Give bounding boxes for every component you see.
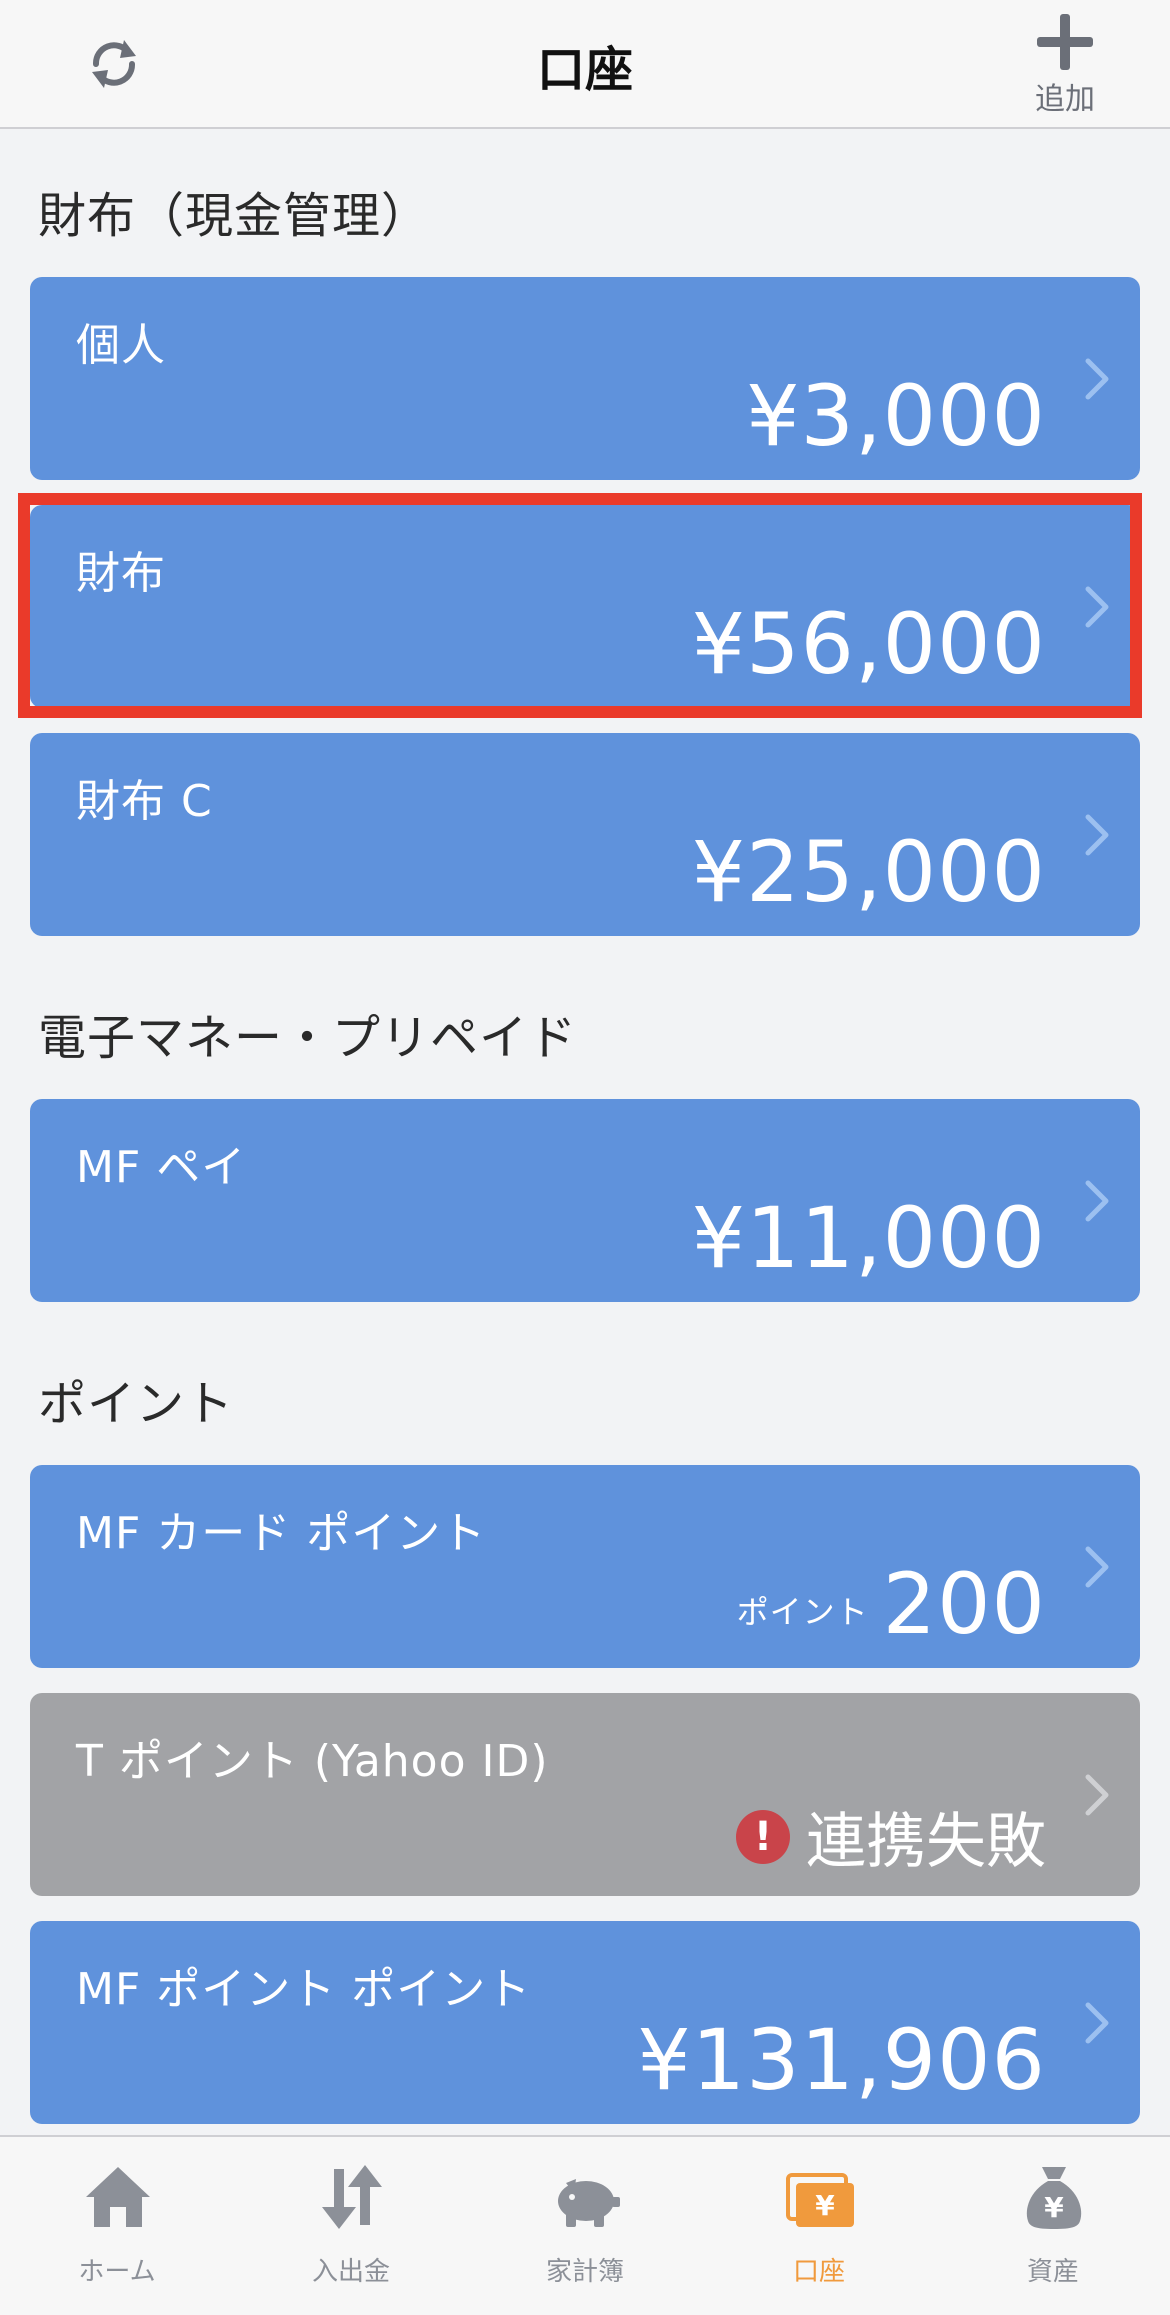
money-bag-icon: ¥	[1026, 2167, 1082, 2229]
account-card-t-point[interactable]: T ポイント (Yahoo ID) ! 連携失敗	[30, 1693, 1140, 1896]
tab-label: 資産	[1026, 2257, 1079, 2287]
chevron-right-icon	[1085, 2002, 1109, 2044]
wallet-yen-icon: ¥	[786, 2173, 854, 2227]
chevron-right-icon	[1085, 814, 1109, 856]
account-card-mf-pay[interactable]: MF ペイ ¥11,000	[30, 1099, 1140, 1302]
add-button[interactable]: 追加	[1015, 8, 1115, 118]
account-name: 個人	[76, 320, 166, 371]
account-amount: ¥11,000	[691, 1189, 1046, 1287]
tab-home[interactable]: ホーム	[0, 2137, 234, 2315]
tab-accounts[interactable]: ¥ 口座	[702, 2137, 936, 2315]
add-label: 追加	[1035, 82, 1095, 117]
account-card-wallet-c[interactable]: 財布 C ¥25,000	[30, 733, 1140, 936]
account-card-mf-points[interactable]: MF ポイント ポイント ¥131,906	[30, 1921, 1140, 2124]
navigation-header: 口座 追加	[0, 0, 1170, 129]
chevron-right-icon	[1085, 586, 1109, 628]
points-unit: ポイント	[736, 1593, 869, 1631]
svg-text:¥: ¥	[815, 2189, 835, 2222]
tab-assets[interactable]: ¥ 資産	[936, 2137, 1170, 2315]
tab-label: 入出金	[311, 2257, 390, 2287]
tab-label: 家計簿	[545, 2257, 624, 2287]
account-name: MF カード ポイント	[76, 1508, 487, 1559]
piggy-bank-icon	[558, 2179, 620, 2227]
page-title: 口座	[536, 42, 633, 98]
tab-label: ホーム	[78, 2257, 156, 2287]
account-name: 財布	[76, 548, 166, 599]
account-amount: ¥25,000	[691, 823, 1046, 921]
account-amount: ポイント 200	[737, 1555, 1046, 1653]
account-name: MF ペイ	[76, 1142, 247, 1193]
account-card-personal[interactable]: 個人 ¥3,000	[30, 277, 1140, 480]
alert-icon: !	[736, 1809, 790, 1864]
account-amount: ¥56,000	[691, 595, 1046, 693]
tab-transactions[interactable]: 入出金	[234, 2137, 468, 2315]
svg-text:¥: ¥	[1044, 2191, 1064, 2224]
tab-label: 口座	[792, 2257, 845, 2287]
link-status: ! 連携失敗	[736, 1793, 1046, 1880]
section-title-points: ポイント	[38, 1376, 235, 1432]
section-title-emoney: 電子マネー・プリペイド	[38, 1010, 578, 1066]
tab-bar: ホーム 入出金 家計簿 ¥ 口座 ¥ 資産	[0, 2135, 1170, 2315]
arrows-up-down-icon	[322, 2165, 382, 2229]
account-name: T ポイント (Yahoo ID)	[76, 1736, 549, 1787]
tab-household[interactable]: 家計簿	[468, 2137, 702, 2315]
section-title-wallet: 財布（現金管理）	[38, 188, 431, 244]
account-card-mf-card-points[interactable]: MF カード ポイント ポイント 200	[30, 1465, 1140, 1668]
chevron-right-icon	[1085, 1774, 1109, 1816]
account-card-wallet[interactable]: 財布 ¥56,000	[30, 505, 1140, 708]
chevron-right-icon	[1085, 1180, 1109, 1222]
status-text: 連携失敗	[806, 1807, 1046, 1877]
points-value: 200	[882, 1555, 1046, 1653]
plus-icon	[1037, 14, 1093, 70]
account-amount: ¥131,906	[637, 2011, 1046, 2109]
account-name: 財布 C	[76, 776, 213, 827]
home-icon	[86, 2167, 150, 2227]
account-name: MF ポイント ポイント	[76, 1964, 532, 2015]
account-amount: ¥3,000	[746, 367, 1046, 465]
chevron-right-icon	[1085, 358, 1109, 400]
chevron-right-icon	[1085, 1546, 1109, 1588]
